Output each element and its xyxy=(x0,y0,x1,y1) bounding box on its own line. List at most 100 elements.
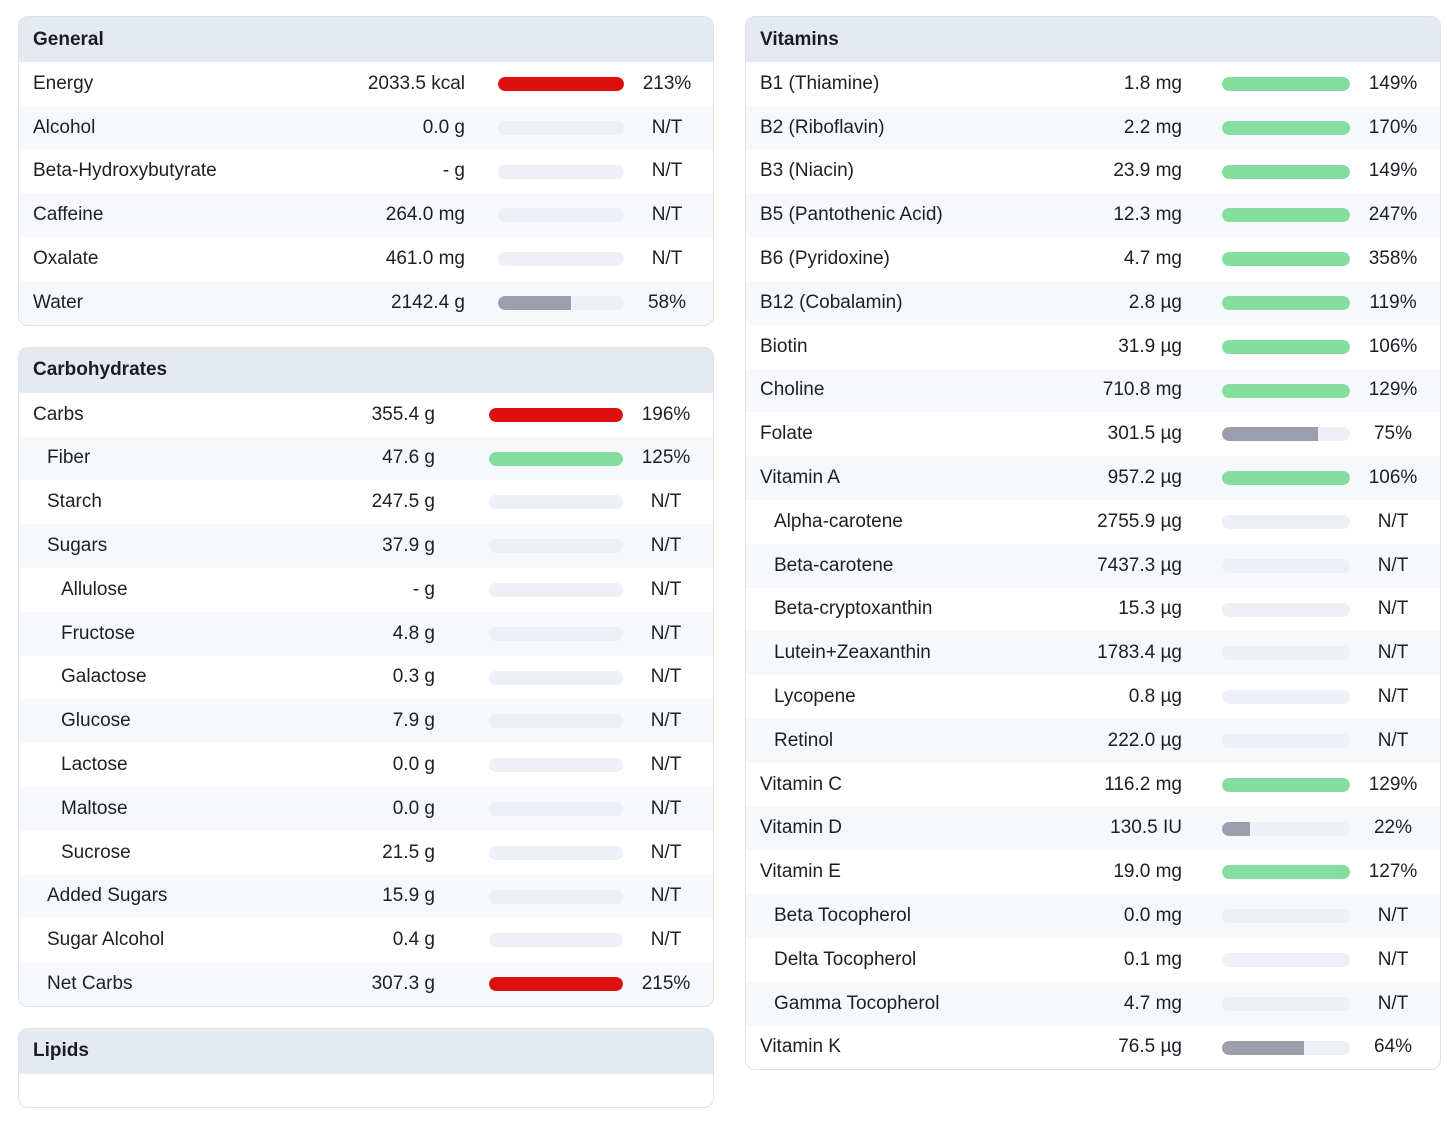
nutrient-row[interactable]: Gamma Tocopherol 4.7 mg N/T xyxy=(746,981,1440,1026)
nutrient-row[interactable]: Galactose 0.3 g N/T xyxy=(19,656,713,700)
nutrient-row[interactable]: Sugar Alcohol 0.4 g N/T xyxy=(19,918,713,962)
nutrient-name: Galactose xyxy=(61,666,147,688)
nutrient-name: B12 (Cobalamin) xyxy=(760,291,903,313)
nutrient-row[interactable]: Delta Tocopherol 0.1 mg N/T xyxy=(746,938,1440,982)
progress-bar-fill xyxy=(498,77,624,91)
lipids-panel-title[interactable]: Lipids xyxy=(19,1028,713,1074)
carbohydrates-panel-title[interactable]: Carbohydrates xyxy=(19,347,713,393)
nutrient-percent: 170% xyxy=(1368,116,1418,138)
progress-bar xyxy=(489,933,623,948)
nutrient-row[interactable]: Sugars 37.9 g N/T xyxy=(19,524,713,568)
progress-bar xyxy=(1222,427,1350,442)
progress-bar xyxy=(1222,339,1350,354)
nutrient-row[interactable]: Glucose 7.9 g N/T xyxy=(19,699,713,744)
nutrient-name: Allulose xyxy=(61,578,128,600)
vitamins-rows: B1 (Thiamine) 1.8 mg 149% B2 (Riboflavin) 2.… xyxy=(746,62,1440,1069)
nutrient-row[interactable]: B3 (Niacin) 23.9 mg 149% xyxy=(746,150,1440,194)
progress-bar xyxy=(489,714,623,729)
nutrient-row[interactable]: Sucrose 21.5 g N/T xyxy=(19,831,713,875)
nutrient-row[interactable]: Energy 2033.5 kcal 213% xyxy=(19,62,713,106)
nutrient-percent: N/T xyxy=(651,204,683,226)
nutrient-name: Lactose xyxy=(61,754,128,776)
nutrient-row[interactable]: Oxalate 461.0 mg N/T xyxy=(19,237,713,281)
general-rows: Energy 2033.5 kcal 213% Alcohol 0.0 g N/T Beta… xyxy=(19,62,713,325)
nutrient-row[interactable]: Lutein+Zeaxanthin 1783.4 µg N/T xyxy=(746,631,1440,676)
nutrient-row[interactable]: Caffeine 264.0 mg N/T xyxy=(19,193,713,238)
nutrient-percent: 196% xyxy=(641,403,691,425)
nutrient-row[interactable]: B2 (Riboflavin) 2.2 mg 170% xyxy=(746,105,1440,150)
nutrient-row[interactable]: Vitamin C 116.2 mg 129% xyxy=(746,763,1440,807)
nutrient-name: Beta-carotene xyxy=(774,554,894,576)
nutrient-row[interactable]: Alcohol 0.0 g N/T xyxy=(19,105,713,150)
progress-bar-fill xyxy=(1222,77,1350,91)
vitamins-panel-title[interactable]: Vitamins xyxy=(746,17,1440,62)
nutrient-row[interactable]: Alpha-carotene 2755.9 µg N/T xyxy=(746,500,1440,544)
nutrient-amount: 307.3 g xyxy=(371,973,435,995)
nutrient-row[interactable]: B5 (Pantothenic Acid) 12.3 mg 247% xyxy=(746,193,1440,238)
nutrient-percent: N/T xyxy=(1377,905,1409,927)
nutrient-amount: 116.2 mg xyxy=(1104,773,1182,795)
nutrient-percent: N/T xyxy=(650,535,682,557)
nutrient-name: Vitamin A xyxy=(760,467,840,489)
nutrient-amount: 19.0 mg xyxy=(1113,861,1182,883)
progress-bar-fill xyxy=(1222,164,1350,179)
nutrient-row[interactable]: Fiber 47.6 g 125% xyxy=(19,436,713,481)
general-panel-title[interactable]: General xyxy=(19,17,713,62)
nutrient-amount: 247.5 g xyxy=(371,491,435,513)
nutrient-row[interactable]: Vitamin E 19.0 mg 127% xyxy=(746,850,1440,894)
nutrient-row[interactable]: Beta Tocopherol 0.0 mg N/T xyxy=(746,894,1440,938)
nutrient-row[interactable]: Net Carbs 307.3 g 215% xyxy=(19,962,713,1006)
nutrient-name: Maltose xyxy=(61,797,128,819)
nutrient-name: Alpha-carotene xyxy=(774,510,903,532)
nutrient-row[interactable]: Choline 710.8 mg 129% xyxy=(746,368,1440,413)
nutrient-row[interactable]: Folate 301.5 µg 75% xyxy=(746,412,1440,456)
progress-bar xyxy=(1222,909,1350,924)
nutrient-amount: 0.3 g xyxy=(392,666,435,688)
nutrient-name: Oxalate xyxy=(33,248,99,270)
nutrient-name: Lycopene xyxy=(774,686,856,708)
nutrient-row[interactable]: Carbs 355.4 g 196% xyxy=(19,393,713,437)
nutrient-row[interactable]: Lactose 0.0 g N/T xyxy=(19,743,713,787)
progress-bar xyxy=(1222,865,1350,880)
nutrient-percent: 22% xyxy=(1373,817,1413,839)
nutrient-percent: N/T xyxy=(651,116,683,138)
nutrient-percent: 127% xyxy=(1368,861,1418,883)
nutrient-amount: 2033.5 kcal xyxy=(367,72,465,94)
progress-bar-fill xyxy=(489,977,623,992)
nutrient-row[interactable]: Water 2142.4 g 58% xyxy=(19,280,713,325)
nutrient-amount: 130.5 IU xyxy=(1110,817,1182,839)
nutrient-row[interactable]: B1 (Thiamine) 1.8 mg 149% xyxy=(746,62,1440,106)
nutrient-name: B3 (Niacin) xyxy=(760,160,854,182)
nutrient-row[interactable]: Fructose 4.8 g N/T xyxy=(19,611,713,656)
nutrient-row[interactable]: Maltose 0.0 g N/T xyxy=(19,786,713,831)
progress-bar xyxy=(489,801,623,816)
nutrient-row[interactable]: Retinol 222.0 µg N/T xyxy=(746,718,1440,763)
nutrient-row[interactable]: Vitamin A 957.2 µg 106% xyxy=(746,456,1440,500)
progress-bar xyxy=(489,845,623,860)
nutrient-row[interactable]: Lycopene 0.8 µg N/T xyxy=(746,675,1440,719)
progress-bar xyxy=(498,252,624,267)
nutrient-amount: 301.5 µg xyxy=(1107,423,1182,445)
progress-bar xyxy=(1222,120,1350,135)
nutrient-row[interactable]: B6 (Pyridoxine) 4.7 mg 358% xyxy=(746,237,1440,281)
nutrient-row[interactable]: Added Sugars 15.9 g N/T xyxy=(19,874,713,919)
nutrient-row[interactable]: Vitamin K 76.5 µg 64% xyxy=(746,1026,1440,1070)
nutrient-row[interactable]: Beta-cryptoxanthin 15.3 µg N/T xyxy=(746,588,1440,632)
nutrient-name: B5 (Pantothenic Acid) xyxy=(760,204,943,226)
nutrient-row[interactable]: B12 (Cobalamin) 2.8 µg 119% xyxy=(746,280,1440,325)
nutrient-percent: N/T xyxy=(1377,686,1409,708)
nutrient-percent: N/T xyxy=(1377,729,1409,751)
nutrient-row[interactable]: Beta-carotene 7437.3 µg N/T xyxy=(746,543,1440,588)
nutrient-row[interactable]: Vitamin D 130.5 IU 22% xyxy=(746,806,1440,851)
nutrient-row[interactable]: Biotin 31.9 µg 106% xyxy=(746,325,1440,369)
progress-bar xyxy=(1222,602,1350,617)
progress-bar xyxy=(1222,208,1350,223)
progress-bar-fill xyxy=(1222,208,1350,223)
nutrient-name: B6 (Pyridoxine) xyxy=(760,248,890,270)
nutrient-row[interactable]: Starch 247.5 g N/T xyxy=(19,480,713,524)
nutrient-row[interactable]: Beta-Hydroxybutyrate - g N/T xyxy=(19,150,713,194)
progress-bar xyxy=(498,295,624,310)
progress-bar xyxy=(489,758,623,773)
nutrient-row[interactable]: Allulose - g N/T xyxy=(19,568,713,612)
nutrient-percent: 247% xyxy=(1368,204,1418,226)
